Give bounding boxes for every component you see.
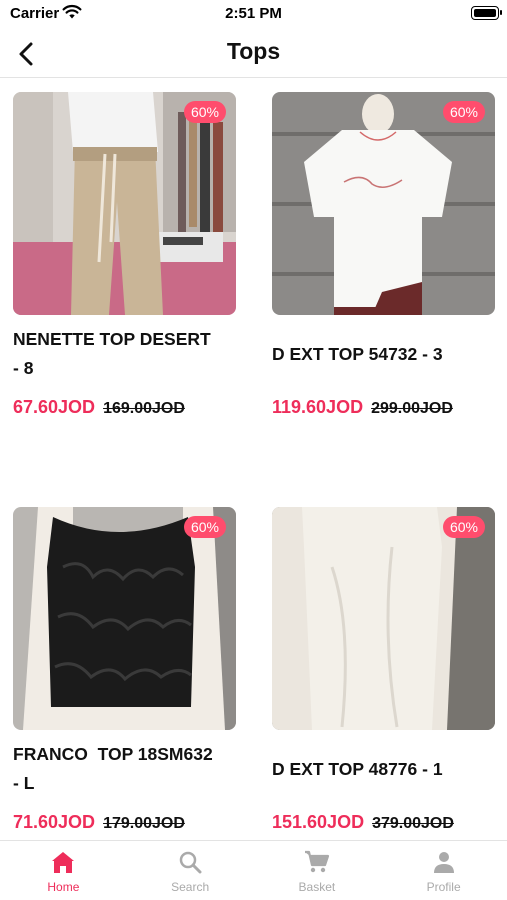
discount-badge: 60%	[183, 516, 226, 538]
battery-icon	[471, 6, 502, 20]
original-price: 379.00JOD	[372, 815, 454, 832]
page-title: Tops	[226, 38, 281, 64]
product-photo-franco	[13, 507, 236, 730]
product-card[interactable]: 60% D EXT TOP 48776 - 1 151.60JOD 379.00J…	[272, 507, 495, 833]
sale-price: 119.60JOD	[272, 397, 364, 417]
tab-basket[interactable]: Basket	[254, 841, 381, 900]
product-card[interactable]: 60% NENETTE TOP DESERT - 8 67.60JOD 169.0…	[13, 92, 236, 418]
status-bar: Carrier 2:51 PM	[0, 0, 507, 30]
tab-profile[interactable]: Profile	[380, 841, 507, 900]
product-grid: 60% NENETTE TOP DESERT - 8 67.60JOD 169.0…	[0, 79, 507, 839]
product-name[interactable]: NENETTE TOP DESERT - 8	[13, 325, 236, 383]
tab-label: Profile	[426, 880, 461, 894]
tab-bar: Home Search Basket Profile	[0, 840, 507, 900]
price-row: 71.60JOD 179.00JOD	[13, 812, 236, 833]
product-photo-nenette	[13, 92, 236, 315]
product-image[interactable]: 60%	[13, 92, 236, 315]
tab-label: Basket	[298, 880, 336, 894]
home-icon	[52, 852, 75, 873]
search-icon	[179, 851, 202, 874]
tab-home[interactable]: Home	[0, 841, 127, 900]
original-price: 169.00JOD	[103, 400, 185, 417]
discount-badge: 60%	[442, 101, 485, 123]
product-photo-d-ext-48776	[272, 507, 495, 730]
product-image[interactable]: 60%	[272, 92, 495, 315]
discount-badge: 60%	[183, 101, 226, 123]
cart-icon	[304, 850, 329, 873]
original-price: 179.00JOD	[103, 815, 185, 832]
sale-price: 71.60JOD	[13, 812, 96, 832]
discount-badge: 60%	[442, 516, 485, 538]
product-name[interactable]: FRANCO TOP 18SM632 - L	[13, 740, 236, 798]
clock: 2:51 PM	[225, 5, 282, 22]
price-row: 119.60JOD 299.00JOD	[272, 397, 495, 418]
product-name[interactable]: D EXT TOP 54732 - 3	[272, 325, 495, 383]
product-image[interactable]: 60%	[272, 507, 495, 730]
profile-icon	[433, 852, 454, 873]
sale-price: 151.60JOD	[272, 812, 365, 832]
tab-label: Search	[171, 880, 210, 894]
product-card[interactable]: 60% D EXT TOP 54732 - 3 119.60JOD 299.00J…	[272, 92, 495, 418]
tab-search[interactable]: Search	[127, 841, 254, 900]
navigation-bar: Tops	[0, 30, 507, 78]
sale-price: 67.60JOD	[13, 397, 96, 417]
price-row: 151.60JOD 379.00JOD	[272, 812, 495, 833]
original-price: 299.00JOD	[371, 400, 453, 417]
product-photo-d-ext-54732	[272, 92, 495, 315]
product-image[interactable]: 60%	[13, 507, 236, 730]
tab-label: Home	[47, 880, 80, 894]
product-card[interactable]: 60% FRANCO TOP 18SM632 - L 71.60JOD 179.0…	[13, 507, 236, 833]
price-row: 67.60JOD 169.00JOD	[13, 397, 236, 418]
product-name[interactable]: D EXT TOP 48776 - 1	[272, 740, 495, 798]
